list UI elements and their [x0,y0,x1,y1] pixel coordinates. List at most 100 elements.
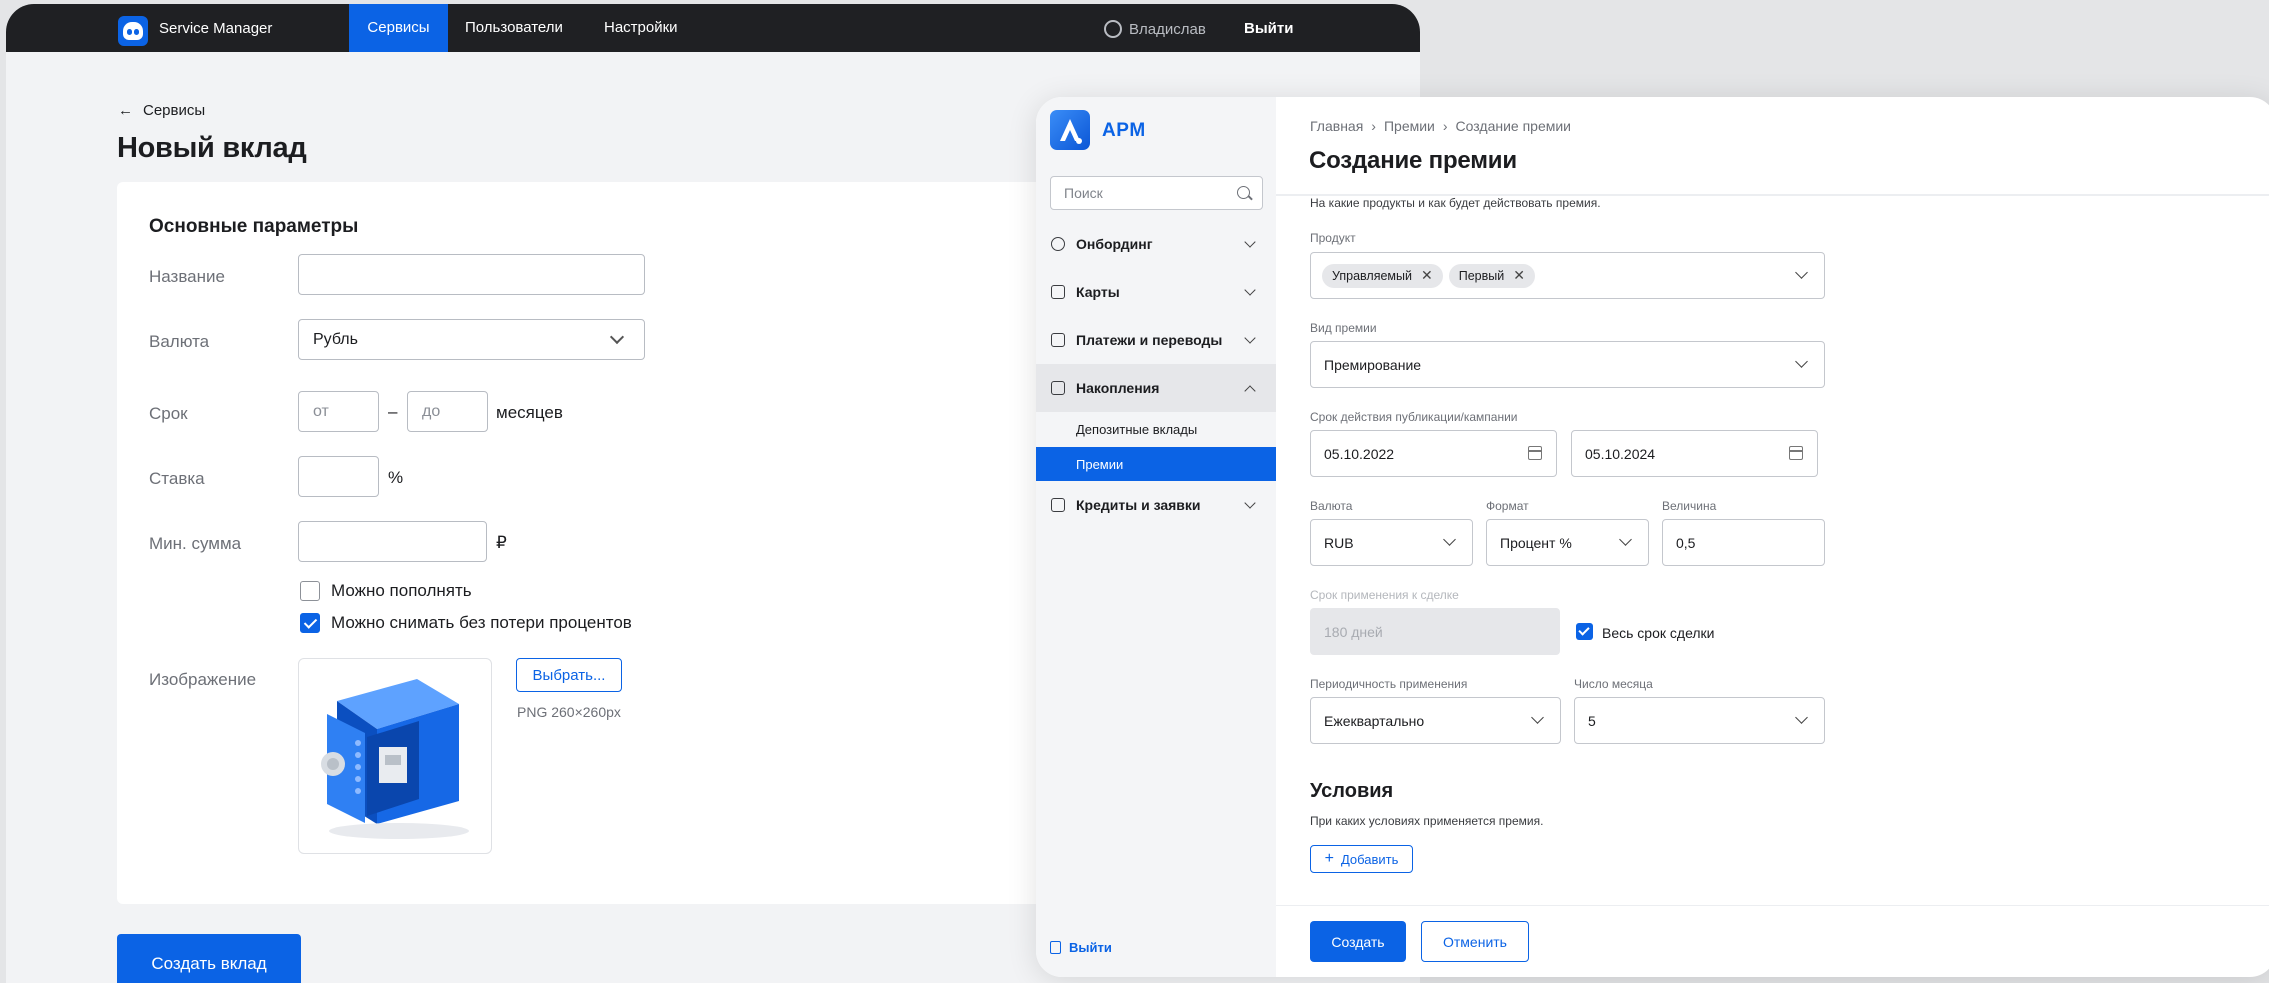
whole-term-label: Весь срок сделки [1602,625,1715,641]
chevron-down-icon [1443,533,1456,546]
min-sum-label: Мин. сумма [149,534,242,553]
period-label: Срок действия публикации/кампании [1310,410,1518,424]
chevron-down-icon [1619,533,1632,546]
checkbox-can-top-up-label: Можно пополнять [331,581,472,600]
term-unit: месяцев [496,403,563,422]
product-multiselect[interactable]: Управляемый ✕ Первый ✕ [1310,252,1825,299]
sidebar-logout[interactable]: Выйти [1050,940,1112,955]
date-from-value: 05.10.2022 [1324,445,1395,462]
image-label: Изображение [149,670,257,689]
top-navigation-bar: Service Manager Сервисы Пользователи Нас… [6,4,1420,52]
create-button[interactable]: Создать [1310,921,1406,962]
user-menu[interactable]: Владислав [1104,20,1206,38]
apm-window: APM Поиск Онбординг Карты Платежи и пере… [1036,97,2269,977]
sidebar-item-label: Карты [1076,284,1120,300]
close-icon[interactable]: ✕ [1513,267,1525,284]
product-tag: Первый ✕ [1448,263,1535,288]
chevron-down-icon [1795,711,1808,724]
apm-logo-icon[interactable] [1050,110,1090,150]
sidebar-item-credits[interactable]: Кредиты и заявки [1036,481,1276,529]
search-placeholder: Поиск [1064,185,1103,201]
checkbox-withdraw[interactable] [300,613,320,633]
date-to-value: 05.10.2024 [1585,445,1656,462]
date-to-input[interactable]: 05.10.2024 [1571,430,1818,477]
whole-term-checkbox[interactable] [1576,623,1593,640]
breadcrumb-bonuses[interactable]: Премии [1384,118,1435,134]
user-icon [1051,237,1065,251]
create-deposit-button[interactable]: Создать вклад [117,934,301,983]
currency-select[interactable]: RUB [1310,519,1473,566]
periodicity-select[interactable]: Ежеквартально [1310,697,1561,744]
image-hint: PNG 260×260px [517,704,621,720]
chevron-up-icon [1244,385,1256,397]
nav-services[interactable]: Сервисы [349,4,448,52]
chevron-down-icon [1244,332,1256,344]
cancel-button[interactable]: Отменить [1421,921,1529,962]
page-title: Новый вклад [117,132,307,164]
currency-select[interactable]: Рубль [298,319,645,360]
breadcrumb-home[interactable]: Главная [1310,118,1363,134]
user-name: Владислав [1129,21,1206,38]
currency-label: Валюта [149,332,210,351]
sidebar-item-onboarding[interactable]: Онбординг [1036,220,1276,268]
savings-icon [1051,381,1065,395]
min-sum-input[interactable] [298,521,487,562]
currency-label: Валюта [1310,499,1353,513]
day-select[interactable]: 5 [1574,697,1825,744]
form-description: На какие продукты и как будет действоват… [1310,196,1601,210]
back-link[interactable]: ← Сервисы [118,102,205,119]
chevron-down-icon [1795,355,1808,368]
close-icon[interactable]: ✕ [1421,267,1433,284]
section-title: Основные параметры [149,216,359,237]
nav-settings[interactable]: Настройки [586,4,696,52]
sidebar-item-label: Онбординг [1076,236,1153,252]
product-tag: Управляемый ✕ [1322,263,1443,288]
date-from-input[interactable]: 05.10.2022 [1310,430,1557,477]
sidebar-item-cards[interactable]: Карты [1036,268,1276,316]
bonus-type-select[interactable]: Премирование [1310,341,1825,388]
add-condition-button[interactable]: + Добавить [1310,845,1413,873]
checkbox-can-top-up[interactable] [300,581,320,601]
sidebar-subitem-deposits[interactable]: Депозитные вклады [1036,412,1276,446]
name-input[interactable] [298,254,645,295]
rate-input[interactable] [298,456,379,497]
chevron-down-icon [609,329,625,345]
chevron-down-icon [1244,497,1256,509]
day-label: Число месяца [1574,677,1653,691]
format-select[interactable]: Процент % [1486,519,1649,566]
amount-label: Величина [1662,499,1717,513]
search-input[interactable]: Поиск [1050,176,1263,210]
calendar-icon[interactable] [1528,446,1542,460]
term-to-input[interactable]: до [407,391,488,432]
sidebar-subitem-bonuses[interactable]: Премии [1036,447,1276,481]
bonus-type-value: Премирование [1324,356,1422,373]
sidebar-item-savings[interactable]: Накопления [1036,364,1276,412]
sidebar-item-label: Кредиты и заявки [1076,497,1201,513]
format-value: Процент % [1500,534,1572,551]
sidebar-item-payments[interactable]: Платежи и переводы [1036,316,1276,364]
chevron-down-icon [1531,711,1544,724]
breadcrumb-current: Создание премии [1455,118,1571,134]
periodicity-label: Периодичность применения [1310,677,1468,691]
amount-input[interactable]: 0,5 [1662,519,1825,566]
calendar-icon[interactable] [1789,446,1803,460]
choose-image-button[interactable]: Выбрать... [516,658,622,692]
apm-brand: APM [1102,120,1146,141]
card-icon [1051,285,1065,299]
name-label: Название [149,267,225,286]
service-manager-logo-icon[interactable] [118,16,148,46]
product-label: Продукт [1310,231,1356,245]
product-tag-label: Управляемый [1332,268,1412,283]
term-from-input[interactable]: от [298,391,379,432]
conditions-title: Условия [1310,780,1394,802]
checkbox-withdraw-label: Можно снимать без потери процентов [331,613,632,632]
chevron-down-icon [1795,266,1808,279]
apply-term-value: 180 дней [1324,623,1383,640]
sum-unit: ₽ [496,533,507,552]
apply-term-input: 180 дней [1310,608,1560,655]
sidebar-item-label: Накопления [1076,380,1160,396]
user-avatar-icon [1104,20,1122,38]
logout-link[interactable]: Выйти [1244,20,1293,37]
nav-users[interactable]: Пользователи [447,4,581,52]
rate-unit: % [388,468,404,487]
